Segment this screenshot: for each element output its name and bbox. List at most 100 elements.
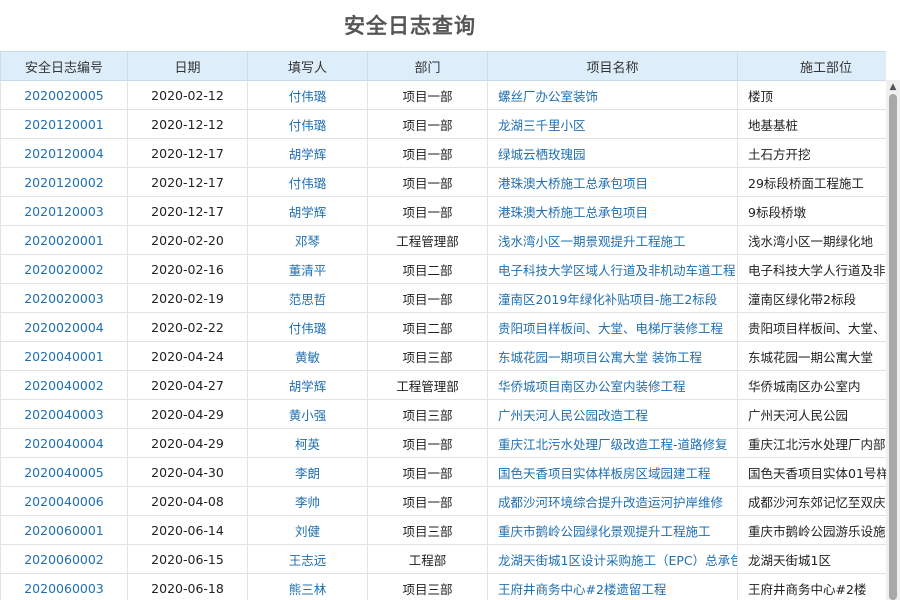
cell-project-name[interactable]: 港珠澳大桥施工总承包项目 bbox=[487, 167, 738, 197]
cell-log-id[interactable]: 2020020004 bbox=[0, 312, 128, 342]
cell-department: 项目一部 bbox=[367, 283, 488, 313]
cell-author[interactable]: 付伟璐 bbox=[247, 167, 368, 197]
table-row[interactable]: 2020060003 2020-06-18 熊三林 项目三部 王府井商务中心#2楼遗留工… bbox=[0, 573, 886, 600]
cell-log-id[interactable]: 2020040004 bbox=[0, 428, 128, 458]
cell-date: 2020-02-16 bbox=[127, 254, 248, 284]
column-header-log-id[interactable]: 安全日志编号 bbox=[0, 51, 128, 81]
cell-project-name[interactable]: 龙湖天街城1区设计采购施工（EPC）总承包 bbox=[487, 544, 738, 574]
cell-log-id[interactable]: 2020020002 bbox=[0, 254, 128, 284]
cell-project-name[interactable]: 重庆市鹅岭公园绿化景观提升工程施工 bbox=[487, 515, 738, 545]
cell-author[interactable]: 邓琴 bbox=[247, 225, 368, 255]
cell-project-name[interactable]: 东城花园一期项目公寓大堂 装饰工程 bbox=[487, 341, 738, 371]
cell-author[interactable]: 刘健 bbox=[247, 515, 368, 545]
cell-author[interactable]: 李帅 bbox=[247, 486, 368, 516]
table-row[interactable]: 2020040003 2020-04-29 黄小强 项目三部 广州天河人民公园改造工程广… bbox=[0, 399, 886, 429]
cell-author[interactable]: 付伟璐 bbox=[247, 312, 368, 342]
cell-construction-part: 29标段桥面工程施工 bbox=[737, 167, 886, 197]
cell-date: 2020-02-22 bbox=[127, 312, 248, 342]
table-row[interactable]: 2020020002 2020-02-16 董清平 项目二部 电子科技大学区域人行道及非… bbox=[0, 254, 886, 284]
cell-project-name[interactable]: 重庆江北污水处理厂级改造工程-道路修复 bbox=[487, 428, 738, 458]
table-row[interactable]: 2020060001 2020-06-14 刘健 项目三部 重庆市鹅岭公园绿化景观提升工… bbox=[0, 515, 886, 545]
cell-log-id[interactable]: 2020120001 bbox=[0, 109, 128, 139]
table-row[interactable]: 2020040006 2020-04-08 李帅 项目一部 成都沙河环境综合提升改造运河… bbox=[0, 486, 886, 516]
page-title: 安全日志查询 bbox=[344, 14, 476, 38]
cell-project-name[interactable]: 龙湖三千里小区 bbox=[487, 109, 738, 139]
table-row[interactable]: 2020040002 2020-04-27 胡学辉 工程管理部 华侨城项目南区办公室内装… bbox=[0, 370, 886, 400]
cell-construction-part: 贵阳项目样板间、大堂、 bbox=[737, 312, 886, 342]
table-row[interactable]: 2020120003 2020-12-17 胡学辉 项目一部 港珠澳大桥施工总承包项目 9… bbox=[0, 196, 886, 226]
cell-author[interactable]: 黄敏 bbox=[247, 341, 368, 371]
cell-author[interactable]: 柯英 bbox=[247, 428, 368, 458]
cell-log-id[interactable]: 2020120004 bbox=[0, 138, 128, 168]
cell-log-id[interactable]: 2020040002 bbox=[0, 370, 128, 400]
scroll-up-arrow-icon[interactable]: ▲ bbox=[886, 80, 900, 94]
vertical-scrollbar[interactable]: ▲ bbox=[886, 80, 900, 600]
cell-log-id[interactable]: 2020040003 bbox=[0, 399, 128, 429]
cell-log-id[interactable]: 2020020001 bbox=[0, 225, 128, 255]
cell-author[interactable]: 付伟璐 bbox=[247, 109, 368, 139]
cell-project-name[interactable]: 潼南区2019年绿化补贴项目-施工2标段 bbox=[487, 283, 738, 313]
table-row[interactable]: 2020060002 2020-06-15 王志远 工程部 龙湖天街城1区设计采购施工（… bbox=[0, 544, 886, 574]
table-row[interactable]: 2020040001 2020-04-24 黄敏 项目三部 东城花园一期项目公寓大堂 装… bbox=[0, 341, 886, 371]
cell-author[interactable]: 黄小强 bbox=[247, 399, 368, 429]
cell-date: 2020-02-19 bbox=[127, 283, 248, 313]
cell-project-name[interactable]: 螺丝厂办公室装饰 bbox=[487, 80, 738, 110]
cell-date: 2020-06-14 bbox=[127, 515, 248, 545]
cell-date: 2020-04-29 bbox=[127, 399, 248, 429]
cell-log-id[interactable]: 2020120002 bbox=[0, 167, 128, 197]
cell-project-name[interactable]: 华侨城项目南区办公室内装修工程 bbox=[487, 370, 738, 400]
table-row[interactable]: 2020020005 2020-02-12 付伟璐 项目一部 螺丝厂办公室装饰 楼顶 bbox=[0, 80, 886, 110]
cell-log-id[interactable]: 2020120003 bbox=[0, 196, 128, 226]
cell-log-id[interactable]: 2020060003 bbox=[0, 573, 128, 600]
cell-project-name[interactable]: 电子科技大学区域人行道及非机动车道工程 bbox=[487, 254, 738, 284]
cell-log-id[interactable]: 2020040006 bbox=[0, 486, 128, 516]
cell-date: 2020-04-27 bbox=[127, 370, 248, 400]
table-body: 2020020005 2020-02-12 付伟璐 项目一部 螺丝厂办公室装饰 楼顶 202… bbox=[0, 80, 886, 600]
table-row[interactable]: 2020020001 2020-02-20 邓琴 工程管理部 浅水湾小区一期景观提升工程… bbox=[0, 225, 886, 255]
cell-author[interactable]: 王志远 bbox=[247, 544, 368, 574]
cell-project-name[interactable]: 成都沙河环境综合提升改造运河护岸维修 bbox=[487, 486, 738, 516]
cell-project-name[interactable]: 王府井商务中心#2楼遗留工程 bbox=[487, 573, 738, 600]
table-row[interactable]: 2020020003 2020-02-19 范思哲 项目一部 潼南区2019年绿化补贴项… bbox=[0, 283, 886, 313]
table-row[interactable]: 2020020004 2020-02-22 付伟璐 项目二部 贵阳项目样板间、大堂、电梯… bbox=[0, 312, 886, 342]
cell-project-name[interactable]: 绿城云栖玫瑰园 bbox=[487, 138, 738, 168]
cell-author[interactable]: 胡学辉 bbox=[247, 370, 368, 400]
cell-log-id[interactable]: 2020040005 bbox=[0, 457, 128, 487]
cell-department: 工程管理部 bbox=[367, 370, 488, 400]
cell-author[interactable]: 付伟璐 bbox=[247, 80, 368, 110]
table-row[interactable]: 2020040005 2020-04-30 李朗 项目一部 国色天香项目实体样板房区域园… bbox=[0, 457, 886, 487]
column-header-date[interactable]: 日期 bbox=[127, 51, 248, 81]
cell-project-name[interactable]: 港珠澳大桥施工总承包项目 bbox=[487, 196, 738, 226]
cell-log-id[interactable]: 2020040001 bbox=[0, 341, 128, 371]
scrollbar-thumb[interactable] bbox=[889, 94, 897, 600]
cell-log-id[interactable]: 2020020003 bbox=[0, 283, 128, 313]
cell-department: 项目一部 bbox=[367, 109, 488, 139]
cell-construction-part: 重庆市鹅岭公园游乐设施 bbox=[737, 515, 886, 545]
table-row[interactable]: 2020120002 2020-12-17 付伟璐 项目一部 港珠澳大桥施工总承包项目 2… bbox=[0, 167, 886, 197]
cell-project-name[interactable]: 国色天香项目实体样板房区域园建工程 bbox=[487, 457, 738, 487]
cell-author[interactable]: 熊三林 bbox=[247, 573, 368, 600]
cell-author[interactable]: 胡学辉 bbox=[247, 196, 368, 226]
cell-log-id[interactable]: 2020060002 bbox=[0, 544, 128, 574]
column-header-department[interactable]: 部门 bbox=[367, 51, 488, 81]
table-row[interactable]: 2020120001 2020-12-12 付伟璐 项目一部 龙湖三千里小区 地基基桩 bbox=[0, 109, 886, 139]
cell-project-name[interactable]: 贵阳项目样板间、大堂、电梯厅装修工程 bbox=[487, 312, 738, 342]
column-header-project-name[interactable]: 项目名称 bbox=[487, 51, 738, 81]
cell-log-id[interactable]: 2020060001 bbox=[0, 515, 128, 545]
cell-department: 项目二部 bbox=[367, 312, 488, 342]
cell-author[interactable]: 李朗 bbox=[247, 457, 368, 487]
cell-construction-part: 成都沙河东郊记忆至双庆 bbox=[737, 486, 886, 516]
cell-date: 2020-12-17 bbox=[127, 138, 248, 168]
column-header-author[interactable]: 填写人 bbox=[247, 51, 368, 81]
cell-author[interactable]: 董清平 bbox=[247, 254, 368, 284]
cell-author[interactable]: 范思哲 bbox=[247, 283, 368, 313]
cell-project-name[interactable]: 浅水湾小区一期景观提升工程施工 bbox=[487, 225, 738, 255]
cell-construction-part: 华侨城南区办公室内 bbox=[737, 370, 886, 400]
cell-author[interactable]: 胡学辉 bbox=[247, 138, 368, 168]
table-row[interactable]: 2020040004 2020-04-29 柯英 项目一部 重庆江北污水处理厂级改造工程… bbox=[0, 428, 886, 458]
cell-date: 2020-06-18 bbox=[127, 573, 248, 600]
column-header-construction-part[interactable]: 施工部位 bbox=[737, 51, 886, 81]
cell-log-id[interactable]: 2020020005 bbox=[0, 80, 128, 110]
table-row[interactable]: 2020120004 2020-12-17 胡学辉 项目一部 绿城云栖玫瑰园 土石方开挖 bbox=[0, 138, 886, 168]
cell-project-name[interactable]: 广州天河人民公园改造工程 bbox=[487, 399, 738, 429]
